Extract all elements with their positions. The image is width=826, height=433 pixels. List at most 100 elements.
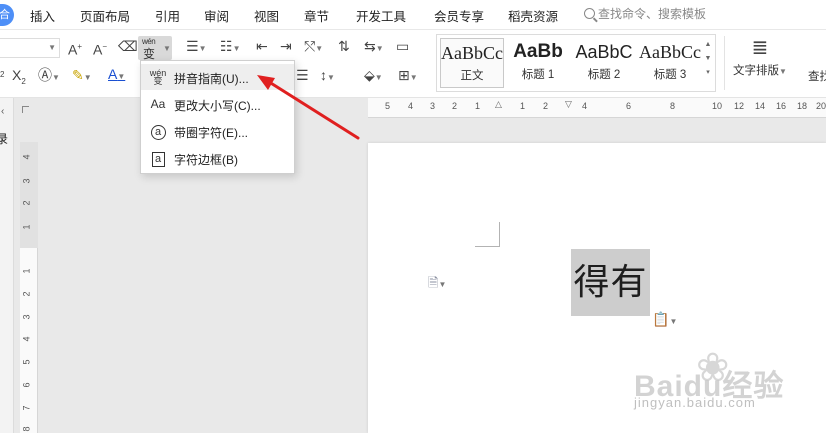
highlight-icon[interactable]: ✎▼ — [72, 66, 92, 87]
ruler-corner[interactable] — [22, 106, 29, 113]
style-label: 标题 2 — [587, 69, 621, 81]
chevron-down-icon[interactable]: ▼ — [163, 44, 171, 53]
style-sample: AaBbC — [575, 42, 633, 62]
clear-format-icon[interactable]: ⌫ — [118, 37, 138, 55]
ruler-number: 4 — [408, 101, 414, 111]
tab-page-layout[interactable]: 页面布局 — [80, 6, 130, 25]
ruler-number: 2 — [21, 200, 32, 206]
bullet-list-icon[interactable]: ☰▼ — [186, 37, 206, 58]
chevron-down-icon[interactable]: ▼ — [48, 43, 56, 52]
style-heading-3[interactable]: AaBbCc 标题 3 — [638, 38, 702, 88]
ruler-number: 1 — [475, 101, 481, 111]
text-layout-button[interactable]: ≣ 文字排版▼ — [728, 34, 792, 78]
gallery-scroll[interactable]: ▲ ▼ ▾ — [703, 38, 713, 80]
style-sample: AaBbCc — [441, 43, 503, 63]
decrease-indent-icon[interactable]: ⇤ — [256, 37, 268, 55]
tab-member[interactable]: 会员专享 — [434, 6, 484, 25]
menu-item-enclosed-characters[interactable]: a 带圈字符(E)... — [141, 118, 294, 144]
style-label: 正文 — [460, 70, 484, 82]
menu-item-label: 带圈字符(E)... — [174, 126, 248, 140]
tab-marker-icon[interactable]: ▽ — [565, 99, 572, 110]
character-border-icon: a — [149, 150, 167, 167]
tab-developer[interactable]: 开发工具 — [356, 6, 406, 25]
ruler-number: 4 — [21, 154, 32, 160]
font-size-field[interactable]: ▼ — [0, 38, 60, 58]
vertical-ruler[interactable]: 4 3 2 1 1 2 3 4 5 6 7 8 — [20, 142, 38, 433]
menu-item-character-border[interactable]: a 字符边框(B) — [141, 145, 294, 171]
enclosed-character-icon: a — [149, 123, 167, 140]
tab-section[interactable]: 章节 — [304, 6, 329, 25]
ruler-number: 6 — [626, 101, 632, 111]
ruler-number: 4 — [21, 336, 32, 342]
ruler-icon[interactable]: ▭ — [396, 37, 409, 55]
command-search[interactable]: 查找命令、搜索模板 — [584, 5, 716, 25]
watermark-url: jingyan.baidu.com — [634, 395, 756, 410]
text-effect-icon[interactable]: Ⓐ▼ — [38, 66, 60, 87]
ruler-number: 8 — [670, 101, 676, 111]
baidu-watermark: ❀ Baidu经验 jingyan.baidu.com — [634, 343, 784, 413]
ruler-number: 12 — [734, 101, 745, 111]
tab-insert[interactable]: 插入 — [30, 6, 55, 25]
ribbon-divider — [724, 36, 725, 90]
document-info-icon[interactable]: 🗎▼ — [428, 274, 446, 296]
grow-font-icon[interactable]: A+ — [68, 38, 82, 59]
tab-review[interactable]: 审阅 — [204, 6, 229, 25]
style-label: 标题 1 — [521, 69, 555, 81]
ruler-number: 14 — [755, 101, 766, 111]
style-normal[interactable]: AaBbCc 正文 — [440, 38, 504, 88]
collapse-nav-icon[interactable]: ‹ — [1, 106, 4, 117]
text-layout-icon: ≣ — [751, 37, 769, 59]
ruler-number: 3 — [21, 314, 32, 320]
expand-gallery-icon[interactable]: ▾ — [703, 66, 713, 80]
boxed-a-icon: a — [151, 152, 165, 167]
sort-icon[interactable]: ⇅ — [338, 37, 350, 55]
paragraph-mark-icon[interactable]: ⇆▼ — [364, 37, 384, 58]
ruler-number: 18 — [797, 101, 808, 111]
increase-indent-icon[interactable]: ⇥ — [280, 37, 292, 55]
ruler-number: 1 — [21, 224, 32, 230]
ruler-number: 3 — [21, 178, 32, 184]
menu-bar: 合 插入 页面布局 引用 审阅 视图 章节 开发工具 会员专享 稻壳资源 查找命… — [0, 0, 826, 30]
paste-options-icon[interactable]: 📋▼ — [652, 311, 677, 328]
indent-marker-icon[interactable]: △ — [495, 99, 502, 110]
menu-item-change-case[interactable]: Aa 更改大小写(C)... — [141, 91, 294, 117]
menu-item-phonetic-guide[interactable]: wén变 拼音指南(U)... — [141, 64, 294, 90]
text-layout-label: 文字排版 — [733, 65, 780, 77]
borders-icon[interactable]: ⊞▼ — [398, 66, 418, 87]
align-icon[interactable]: ☰ — [296, 66, 309, 84]
style-heading-2[interactable]: AaBbC 标题 2 — [572, 38, 636, 88]
ruler-number: 1 — [520, 101, 526, 111]
navigation-pane: ‹ 录 — [0, 98, 14, 433]
tab-view[interactable]: 视图 — [254, 6, 279, 25]
style-gallery: AaBbCc 正文 AaBb 标题 1 AaBbC 标题 2 AaBbCc 标题… — [436, 34, 716, 92]
numbered-list-icon[interactable]: ☷▼ — [220, 37, 240, 58]
tab-references[interactable]: 引用 — [155, 6, 180, 25]
chevron-up-icon[interactable]: ▲ — [703, 38, 713, 52]
horizontal-ruler[interactable]: 5 4 3 2 1 △ 1 ▽ 2 4 6 8 10 12 14 16 18 2… — [368, 98, 826, 118]
find-replace-button[interactable]: 查找 — [808, 68, 826, 84]
tab-docer-resources[interactable]: 稻壳资源 — [508, 6, 558, 25]
nav-pane-label[interactable]: 录 — [0, 130, 8, 147]
superscript-icon[interactable]: 2 — [0, 66, 4, 87]
ruler-number: 2 — [21, 291, 32, 297]
shrink-font-icon[interactable]: A− — [93, 38, 107, 59]
selected-text[interactable]: 得有 — [571, 249, 650, 316]
subscript-icon[interactable]: X2 — [12, 66, 26, 91]
style-heading-1[interactable]: AaBb 标题 1 — [506, 38, 570, 88]
ruler-number: 2 — [543, 101, 549, 111]
line-spacing-icon[interactable]: ↕▼ — [320, 66, 335, 87]
start-tab[interactable]: 合 — [0, 4, 14, 26]
chevron-down-icon[interactable]: ▼ — [703, 52, 713, 66]
text-direction-icon[interactable]: ⤲▼ — [304, 37, 323, 58]
style-sample: AaBb — [513, 41, 563, 62]
search-icon — [584, 8, 595, 19]
change-case-icon: Aa — [150, 97, 166, 111]
phonetic-guide-icon: wén变 — [149, 68, 167, 86]
ruler-number: 4 — [582, 101, 588, 111]
phonetic-dropdown-menu: wén变 拼音指南(U)... Aa 更改大小写(C)... a 带圈字符(E)… — [140, 60, 295, 174]
menu-item-label: 字符边框(B) — [174, 153, 238, 167]
font-color-icon[interactable]: A▼ — [108, 65, 125, 86]
phonetic-guide-button[interactable]: wén 变 ▼ — [138, 36, 172, 61]
shading-icon[interactable]: ⬙▼ — [364, 66, 383, 87]
circled-a-icon: a — [150, 125, 166, 140]
